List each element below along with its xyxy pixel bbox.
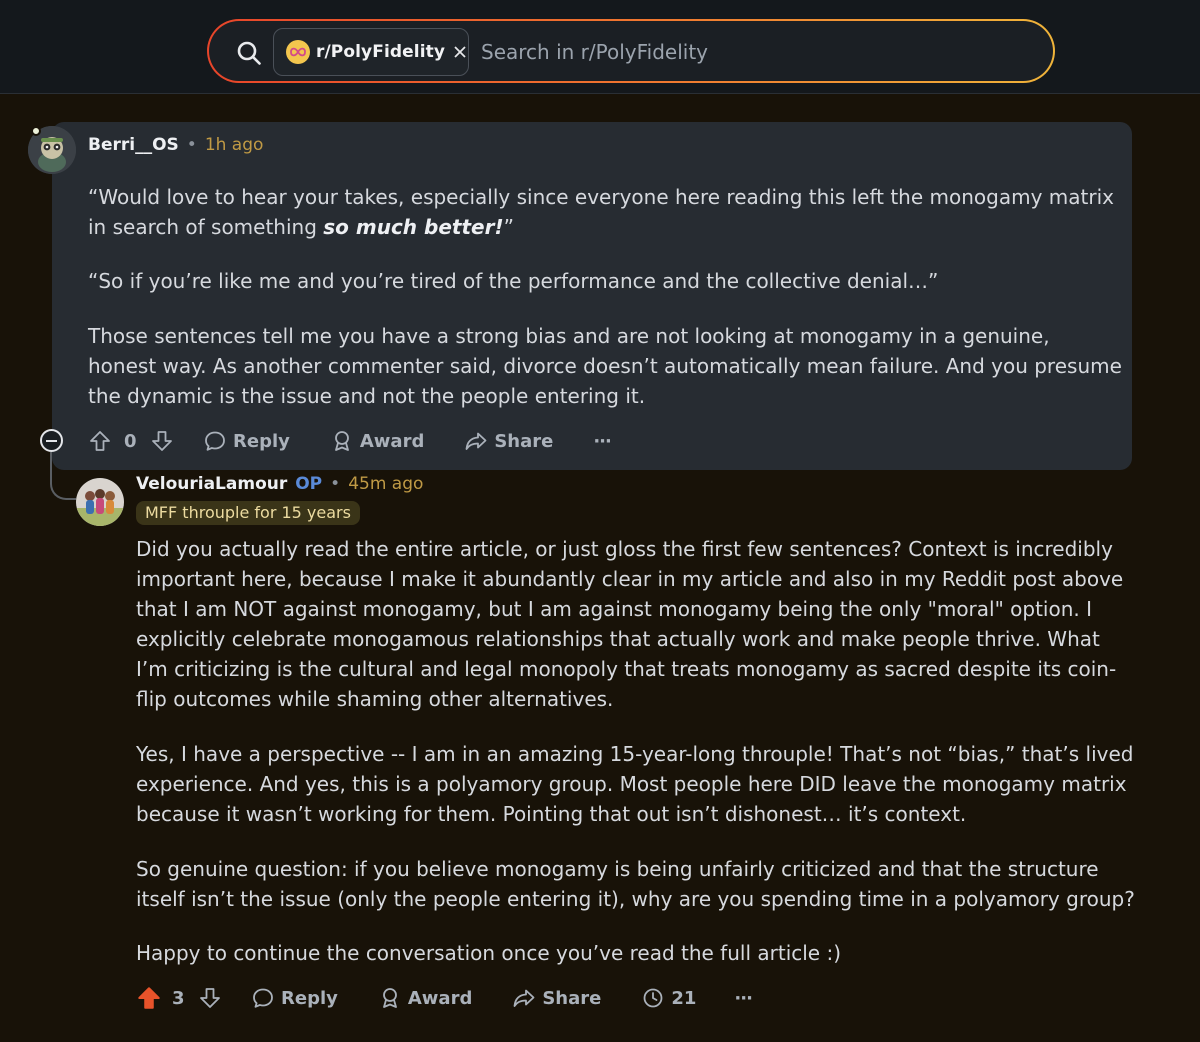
- comment-paragraph: Yes, I have a perspective -- I am in an …: [136, 742, 1134, 826]
- share-icon: [465, 432, 487, 450]
- separator: •: [330, 474, 341, 494]
- share-icon: [513, 989, 535, 1007]
- upvote-icon[interactable]: [136, 985, 162, 1011]
- subreddit-chip[interactable]: r/PolyFidelity: [273, 28, 469, 76]
- comment-paragraph: Those sentences tell me you have a stron…: [88, 324, 1122, 408]
- award-button[interactable]: Award: [378, 986, 472, 1010]
- comment-meta: Berri__OS • 1h ago: [88, 135, 263, 155]
- search-input[interactable]: [481, 35, 1021, 69]
- comment-text: “Would love to hear your takes, especial…: [88, 185, 1114, 239]
- avatar[interactable]: [76, 478, 124, 526]
- thread-line: [50, 452, 76, 500]
- reply-icon: [253, 988, 273, 1008]
- reply-label: Reply: [281, 987, 338, 1009]
- online-indicator: [31, 126, 41, 136]
- comment-author[interactable]: Berri__OS: [88, 135, 179, 155]
- comment-timestamp[interactable]: 1h ago: [205, 135, 264, 155]
- comment-meta: VelouriaLamour OP • 45m ago: [136, 474, 423, 494]
- subreddit-chip-label: r/PolyFidelity: [316, 42, 446, 62]
- subreddit-icon: [286, 40, 310, 64]
- comment-actions: 0 Reply Award Share ···: [88, 426, 612, 456]
- search-bar[interactable]: r/PolyFidelity: [207, 19, 1055, 83]
- award-button[interactable]: Award: [330, 429, 424, 453]
- top-bar: r/PolyFidelity: [0, 0, 1200, 94]
- comment-emphasis: so much better!: [323, 215, 504, 239]
- comment-paragraph: Happy to continue the conversation once …: [136, 941, 841, 965]
- downvote-icon[interactable]: [198, 986, 222, 1010]
- downvote-icon[interactable]: [150, 429, 174, 453]
- reply-icon: [205, 431, 225, 451]
- op-badge: OP: [295, 474, 323, 494]
- awards-count-button[interactable]: 21: [641, 986, 696, 1010]
- award-icon: [334, 431, 349, 451]
- awards-count: 21: [671, 987, 697, 1009]
- award-label: Award: [359, 430, 425, 452]
- upvote-icon[interactable]: [88, 429, 112, 453]
- vote-count: 3: [172, 987, 185, 1009]
- share-label: Share: [542, 987, 602, 1009]
- comment-paragraph: “So if you’re like me and you’re tired o…: [88, 269, 939, 293]
- awards-count-icon: [643, 988, 663, 1008]
- search-icon[interactable]: [236, 40, 262, 66]
- comment-author[interactable]: VelouriaLamour: [136, 474, 287, 494]
- vote-count: 0: [124, 430, 137, 452]
- comment-paragraph: So genuine question: if you believe mono…: [136, 857, 1135, 911]
- share-button[interactable]: Share: [464, 429, 553, 453]
- comment-paragraph: Did you actually read the entire article…: [136, 537, 1124, 711]
- reply-button[interactable]: Reply: [203, 429, 290, 453]
- more-icon[interactable]: ···: [593, 431, 611, 452]
- comment-text: ”: [503, 215, 514, 239]
- separator: •: [186, 135, 197, 155]
- comment-paragraph: “Would love to hear your takes, especial…: [88, 182, 1123, 242]
- share-button[interactable]: Share: [512, 986, 601, 1010]
- close-icon[interactable]: [453, 45, 467, 59]
- collapse-icon[interactable]: [40, 429, 63, 452]
- share-label: Share: [494, 430, 554, 452]
- comment-timestamp[interactable]: 45m ago: [348, 474, 423, 494]
- parent-comment-card: [52, 122, 1132, 470]
- comment-actions: 3 Reply Award Share 21 ···: [136, 983, 753, 1013]
- award-label: Award: [407, 987, 473, 1009]
- award-icon: [382, 988, 397, 1008]
- user-flair: MFF throuple for 15 years: [136, 501, 360, 525]
- reply-label: Reply: [233, 430, 290, 452]
- more-icon[interactable]: ···: [734, 988, 752, 1009]
- reply-button[interactable]: Reply: [251, 986, 338, 1010]
